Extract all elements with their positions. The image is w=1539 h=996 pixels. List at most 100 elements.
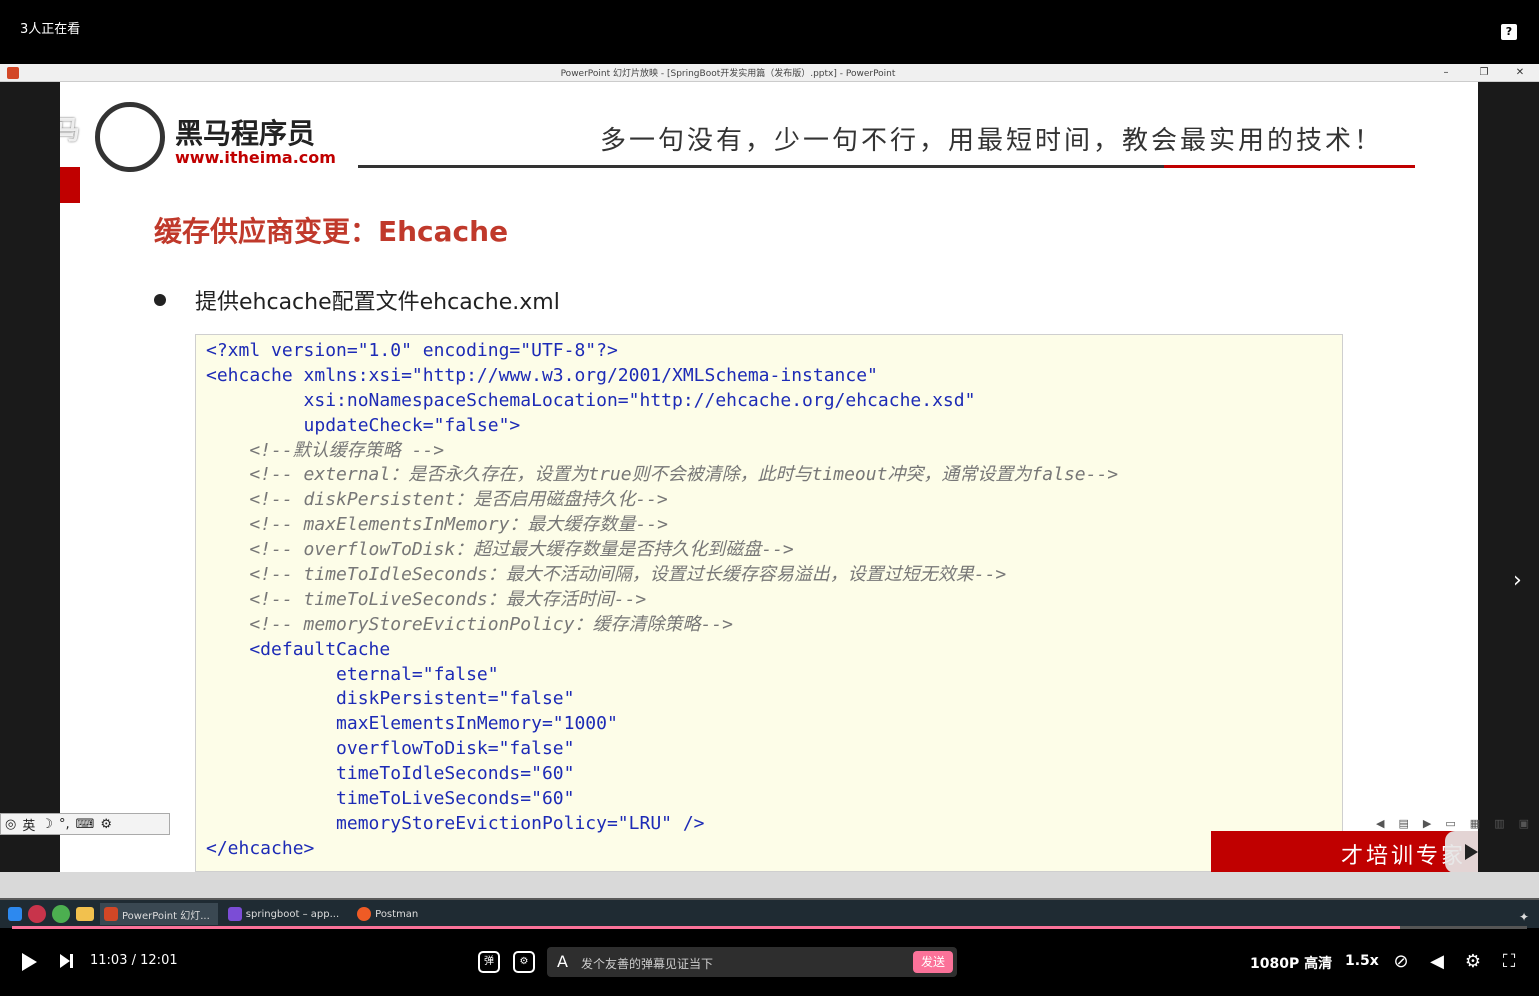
intellij-icon (227, 907, 242, 921)
speed-selector[interactable]: 1.5x (1345, 953, 1379, 969)
code-comment: <!-- timeToIdleSeconds：最大不活动间隔，设置过长缓存容易溢… (206, 564, 1007, 586)
volume-icon[interactable]: ◀ (1426, 951, 1448, 973)
bullet-text: 提供ehcache配置文件ehcache.xml (195, 290, 560, 315)
taskbar-app-label: Postman (375, 908, 419, 920)
window-title: PowerPoint 幻灯片放映 - [SpringBoot开发实用篇（发布版）… (560, 69, 896, 79)
folder-icon[interactable] (76, 907, 94, 921)
subtitle-off-icon[interactable]: ⊘ (1390, 951, 1412, 973)
taskbar-app-label: springboot – app... (245, 908, 340, 920)
code-line: updateCheck="false"> (206, 414, 521, 436)
progress-bar[interactable] (12, 926, 1527, 929)
code-line: <?xml version="1.0" encoding="UTF-8"?> (206, 340, 618, 361)
danmaku-toggle-icon[interactable]: 弹 (478, 951, 500, 973)
code-line: xsi:noNamespaceSchemaLocation="http://eh… (206, 389, 976, 411)
danmaku-settings-icon[interactable]: ⚙ (513, 951, 535, 973)
powerpoint-window: PowerPoint 幻灯片放映 - [SpringBoot开发实用篇（发布版）… (0, 64, 1539, 900)
progress-handle-icon[interactable]: ✦ (1519, 910, 1533, 924)
slogan: 多一句没有，少一句不行，用最短时间，教会最实用的技术！ (600, 126, 1384, 156)
ppt-titlebar: PowerPoint 幻灯片放映 - [SpringBoot开发实用篇（发布版）… (0, 64, 1539, 82)
send-button[interactable]: 发送 (913, 951, 953, 973)
code-comment: <!-- memoryStoreEvictionPolicy：缓存清除策略--> (206, 613, 733, 635)
duration: 12:01 (140, 953, 178, 968)
prev-icon[interactable]: ◀ (1376, 817, 1384, 830)
app-icon[interactable] (28, 905, 46, 923)
slideshow-icon[interactable]: ▣ (1519, 817, 1529, 830)
watermark: 黑马 (60, 116, 81, 146)
reading-view-icon[interactable]: ▥ (1494, 817, 1504, 830)
code-line: eternal="false" (206, 663, 499, 685)
taskbar-app[interactable]: Postman (353, 903, 426, 925)
bullet-icon (154, 294, 166, 306)
next-episode-button[interactable] (60, 954, 70, 968)
brand-url: www.itheima.com (175, 148, 336, 167)
code-line: timeToIdleSeconds="60" (206, 763, 575, 785)
time-display: 11:03 / 12:01 (90, 953, 178, 968)
ime-language[interactable]: 英 (22, 815, 35, 834)
video-player: 3人正在看 ? PowerPoint 幻灯片放映 - [SpringBoot开发… (0, 0, 1539, 996)
slide-area: 黑马程序员 www.itheima.com 黑马 多一句没有，少一句不行，用最短… (0, 82, 1539, 872)
slide: 黑马程序员 www.itheima.com 黑马 多一句没有，少一句不行，用最短… (60, 82, 1478, 872)
code-line: </ehcache> (206, 837, 315, 859)
minimize-button[interactable]: – (1436, 65, 1456, 81)
slide-title: 缓存供应商变更：Ehcache (154, 215, 509, 248)
play-icon (1465, 844, 1478, 860)
itheima-logo-icon (95, 102, 165, 172)
chrome-icon[interactable] (52, 905, 70, 923)
taskbar-app[interactable]: springboot – app... (224, 903, 347, 925)
close-button[interactable]: ✕ (1510, 65, 1530, 81)
play-small-icon[interactable]: ▶ (1423, 817, 1431, 830)
play-overlay-button[interactable] (1445, 831, 1478, 872)
help-icon[interactable]: ? (1501, 24, 1517, 40)
code-line: timeToLiveSeconds="60" (206, 788, 575, 810)
red-accent-bar (60, 167, 80, 203)
ime-logo-icon[interactable]: ◎ (5, 817, 16, 832)
header-divider-accent (1164, 165, 1415, 168)
notes-icon[interactable]: ▤ (1399, 817, 1409, 830)
code-comment: <!-- overflowToDisk：超过最大缓存数量是否持久化到磁盘--> (206, 539, 794, 561)
code-comment: <!-- diskPersistent：是否启用磁盘持久化--> (206, 489, 668, 511)
code-comment: <!-- maxElementsInMemory：最大缓存数量--> (206, 514, 668, 536)
next-slide-chevron-icon[interactable]: › (1513, 568, 1522, 593)
powerpoint-icon (104, 907, 118, 921)
training-badge: 才培训专家 (1211, 831, 1478, 872)
current-time: 11:03 (90, 953, 128, 968)
ime-toolbar: ◎ 英 ☽ °, ⌨ ⚙ (0, 813, 170, 835)
code-comment: <!--默认缓存策略 --> (206, 439, 445, 461)
time-separator: / (131, 953, 136, 968)
code-line: <defaultCache (206, 638, 391, 660)
quality-selector[interactable]: 1080P 高清 (1250, 953, 1332, 973)
code-comment: <!-- external：是否永久存在，设置为true则不会被清除，此时与ti… (206, 464, 1119, 486)
postman-icon (357, 907, 372, 921)
code-line: maxElementsInMemory="1000" (206, 713, 618, 735)
player-controls: 11:03 / 12:01 弹 ⚙ A 发个友善的弹幕见证当下 发送 1080P… (0, 934, 1539, 996)
code-comment: <!-- timeToLiveSeconds：最大存活时间--> (206, 588, 647, 610)
settings-gear-icon[interactable]: ⚙ (1462, 951, 1484, 973)
ime-keyboard-icon[interactable]: ⌨ (76, 817, 95, 832)
progress-fill (12, 926, 1400, 929)
next-episode-icon (70, 954, 73, 968)
taskbar-app[interactable]: PowerPoint 幻灯... (100, 903, 218, 925)
ime-punct-icon[interactable]: °, (59, 817, 70, 832)
ime-settings-icon[interactable]: ⚙ (100, 817, 112, 832)
taskbar-app-label: PowerPoint 幻灯... (122, 910, 210, 922)
windows-taskbar: PowerPoint 幻灯... springboot – app... Pos… (0, 900, 1539, 928)
danmaku-input[interactable]: A 发个友善的弹幕见证当下 发送 (547, 947, 957, 977)
ppt-status-bar (0, 872, 1539, 898)
brand-name: 黑马程序员 (175, 117, 316, 150)
ppt-view-controls: ◀ ▤ ▶ ▭ ▦ ▥ ▣ (1376, 817, 1529, 830)
restore-button[interactable]: ❐ (1474, 65, 1494, 81)
danmaku-placeholder: 发个友善的弹幕见证当下 (581, 957, 714, 971)
windows-start-icon[interactable] (8, 907, 22, 921)
code-line: overflowToDisk="false" (206, 738, 575, 760)
code-line: diskPersistent="false" (206, 688, 575, 710)
viewer-count: 3人正在看 (20, 22, 81, 37)
ime-moon-icon[interactable]: ☽ (41, 817, 53, 832)
danmaku-style-icon[interactable]: A (557, 952, 568, 971)
code-line: <ehcache xmlns:xsi="http://www.w3.org/20… (206, 364, 878, 386)
play-button[interactable] (22, 953, 37, 971)
code-line: memoryStoreEvictionPolicy="LRU" /> (206, 812, 705, 834)
sorter-view-icon[interactable]: ▦ (1470, 817, 1480, 830)
code-block: <?xml version="1.0" encoding="UTF-8"?> <… (195, 334, 1343, 872)
normal-view-icon[interactable]: ▭ (1445, 817, 1455, 830)
fullscreen-icon[interactable]: ⛶ (1498, 951, 1520, 973)
